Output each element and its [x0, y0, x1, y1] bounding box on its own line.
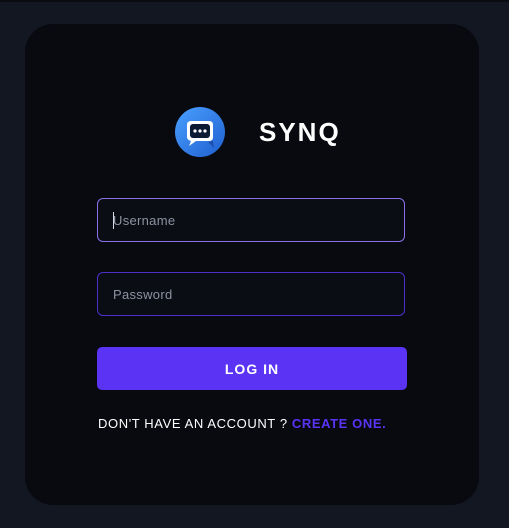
username-input[interactable] — [113, 199, 404, 241]
top-edge-bar — [0, 0, 509, 2]
brand-header: SYNQ — [174, 105, 341, 159]
login-card: SYNQ LOG IN DON'T HAVE AN ACCOUNT ? CREA… — [25, 24, 479, 505]
signup-prompt: DON'T HAVE AN ACCOUNT ? CREATE ONE. — [98, 416, 386, 431]
username-field[interactable] — [97, 198, 405, 242]
brand-name: SYNQ — [259, 116, 341, 147]
password-input[interactable] — [113, 273, 404, 315]
password-field[interactable] — [97, 272, 405, 316]
login-button[interactable]: LOG IN — [97, 347, 407, 390]
signup-prompt-text: DON'T HAVE AN ACCOUNT ? — [98, 416, 288, 431]
create-account-link[interactable]: CREATE ONE. — [292, 416, 386, 431]
chat-bubble-icon — [175, 107, 225, 157]
text-caret — [113, 212, 114, 229]
